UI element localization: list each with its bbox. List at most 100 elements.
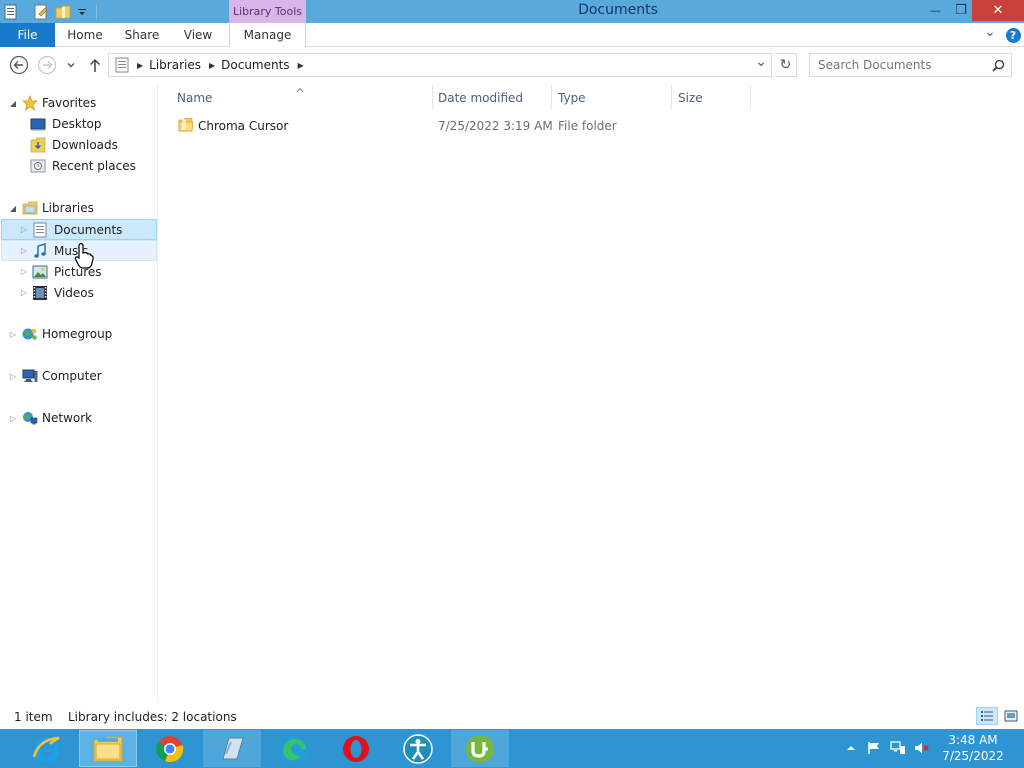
tree-item-recent-places[interactable]: Recent places [26, 156, 136, 176]
expand-arrow-icon[interactable]: ▷ [8, 330, 18, 339]
tab-manage[interactable]: Manage [229, 23, 306, 47]
navigation-pane: ◢ Favorites Desktop Downloads Recent pla… [0, 83, 158, 703]
ribbon-tab-bar: File Home Share View Manage ⌄ ? [0, 23, 1024, 47]
back-arrow-icon [9, 55, 29, 75]
taskbar-clock[interactable]: 3:48 AM 7/25/2022 [936, 732, 1010, 764]
column-header-date-modified[interactable]: Date modified [438, 87, 550, 109]
breadcrumb-separator-icon[interactable]: ▶ [137, 61, 143, 70]
tree-label: Videos [54, 285, 94, 300]
breadcrumb-libraries[interactable]: Libraries [149, 58, 201, 72]
window-title: Documents [578, 2, 658, 18]
tree-item-libraries[interactable]: ◢ Libraries [8, 198, 94, 218]
up-button[interactable] [84, 54, 106, 76]
help-button[interactable]: ? [1004, 23, 1022, 47]
taskbar-chrome[interactable] [141, 730, 199, 767]
toolbar-separator [96, 4, 97, 19]
expand-arrow-icon[interactable]: ▷ [19, 225, 29, 234]
close-button[interactable]: ✕ [972, 0, 1024, 21]
address-bar[interactable]: ▶ Libraries ▶ Documents ▶ ⌄ [108, 53, 772, 77]
breadcrumb-documents[interactable]: Documents [221, 58, 289, 72]
details-view-button[interactable] [976, 707, 998, 725]
file-name[interactable]: Chroma Cursor [198, 119, 288, 133]
item-count: 1 item [14, 710, 53, 724]
taskbar-opera[interactable] [327, 730, 385, 767]
column-divider[interactable] [750, 85, 751, 109]
back-button[interactable] [8, 54, 30, 76]
desktop-icon [30, 116, 46, 132]
collapse-arrow-icon[interactable]: ◢ [8, 204, 18, 213]
address-history-dropdown[interactable]: ⌄ [755, 54, 767, 70]
tree-item-videos[interactable]: ▷ Videos [1, 282, 157, 303]
expand-arrow-icon[interactable]: ▷ [19, 267, 29, 276]
taskbar-file-explorer[interactable] [79, 730, 137, 767]
customize-toolbar-icon[interactable] [76, 3, 88, 21]
file-explorer-icon [93, 736, 123, 761]
tab-home[interactable]: Home [62, 23, 108, 47]
search-icon[interactable] [992, 59, 1005, 72]
search-box[interactable] [809, 53, 1012, 77]
tab-view[interactable]: View [176, 23, 220, 47]
tree-item-favorites[interactable]: ◢ Favorites [8, 93, 96, 113]
restore-button[interactable]: ❐ [947, 0, 975, 21]
taskbar-utorrent[interactable] [451, 730, 509, 767]
chevron-down-icon: ⌄ [984, 24, 996, 40]
documents-library-icon [32, 222, 48, 238]
taskbar-edge[interactable] [265, 730, 323, 767]
library-location-icon [115, 57, 129, 73]
expand-arrow-icon[interactable]: ▷ [19, 246, 29, 255]
column-header-type[interactable]: Type [558, 87, 670, 109]
network-tray-button[interactable] [890, 740, 906, 756]
expand-arrow-icon[interactable]: ▷ [8, 372, 18, 381]
volume-tray-button[interactable] [914, 740, 930, 756]
expand-ribbon-button[interactable]: ⌄ [982, 23, 998, 47]
breadcrumb-separator-icon[interactable]: ▶ [298, 61, 304, 70]
system-menu-icon[interactable] [2, 3, 20, 21]
new-folder-icon[interactable] [54, 3, 72, 21]
tree-label: Computer [42, 369, 102, 383]
tab-file[interactable]: File [0, 23, 55, 47]
large-icons-view-button[interactable] [1000, 707, 1022, 725]
column-header-size[interactable]: Size [678, 87, 750, 109]
taskbar-notepad[interactable] [203, 730, 261, 767]
column-divider[interactable] [432, 85, 433, 109]
clock-time: 3:48 AM [948, 733, 998, 747]
details-view-icon [981, 711, 993, 721]
forward-button[interactable] [36, 54, 58, 76]
search-input[interactable] [818, 58, 978, 72]
large-icons-view-icon [1004, 710, 1018, 722]
file-date-modified: 7/25/2022 3:19 AM [438, 119, 553, 133]
tree-label: Downloads [52, 138, 118, 152]
column-divider[interactable] [671, 85, 672, 109]
chrome-icon [156, 735, 184, 762]
tab-share[interactable]: Share [118, 23, 166, 47]
column-divider[interactable] [551, 85, 552, 109]
quick-access-toolbar [0, 0, 97, 23]
collapse-arrow-icon[interactable]: ◢ [8, 99, 18, 108]
tree-item-documents[interactable]: ▷ Documents [1, 219, 157, 240]
tree-item-homegroup[interactable]: ▷ Homegroup [8, 324, 112, 344]
recent-locations-button[interactable] [62, 54, 80, 76]
tree-item-desktop[interactable]: Desktop [26, 114, 102, 134]
status-bar: 1 item Library includes: 2 locations [0, 703, 1024, 729]
up-arrow-icon [89, 58, 101, 72]
taskbar-internet-explorer[interactable] [18, 730, 76, 767]
tree-item-network[interactable]: ▷ Network [8, 408, 92, 428]
tree-item-downloads[interactable]: Downloads [26, 135, 118, 155]
downloads-folder-icon [30, 137, 46, 153]
column-header-name[interactable]: Name [177, 87, 432, 109]
tree-item-computer[interactable]: ▷ Computer [8, 366, 102, 386]
tree-label: Favorites [42, 96, 97, 110]
action-center-button[interactable] [866, 740, 882, 756]
hand-cursor-icon [74, 243, 94, 269]
show-hidden-icons-button[interactable] [843, 740, 859, 756]
tree-label: Desktop [52, 117, 102, 131]
file-list: Name Date modified Type Size Chroma Curs… [160, 83, 1024, 703]
properties-icon[interactable] [32, 3, 50, 21]
breadcrumb-separator-icon[interactable]: ▶ [209, 61, 215, 70]
expand-arrow-icon[interactable]: ▷ [19, 288, 29, 297]
tree-label: Libraries [42, 201, 94, 215]
forward-arrow-icon [37, 55, 57, 75]
refresh-button[interactable]: ↻ [775, 53, 797, 77]
expand-arrow-icon[interactable]: ▷ [8, 414, 18, 423]
taskbar-accessibility-app[interactable] [389, 730, 447, 767]
